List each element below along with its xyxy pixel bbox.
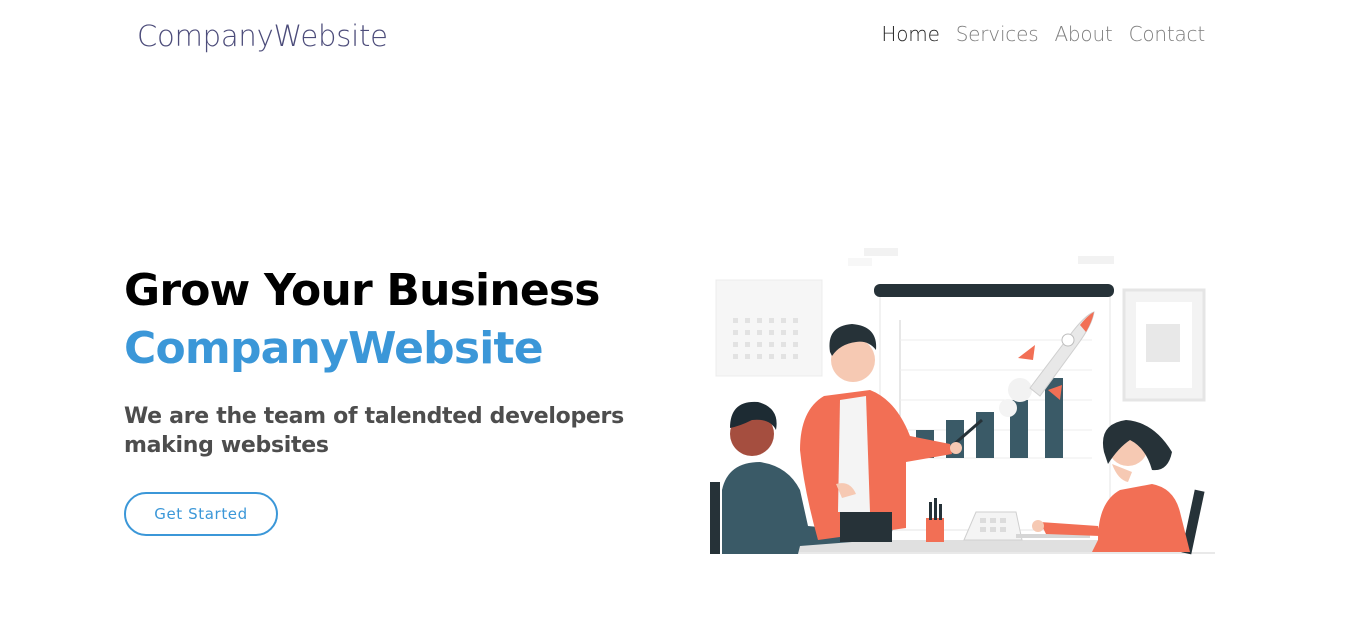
get-started-button[interactable]: Get Started [124, 492, 278, 536]
nav-item-services[interactable]: Services [956, 22, 1039, 46]
navbar: CompanyWebsite Home Services About Conta… [0, 0, 1346, 72]
hero-subtitle: We are the team of talendted developers … [124, 404, 624, 458]
nav-links: Home Services About Contact [881, 22, 1205, 46]
presentation-board [879, 289, 1111, 531]
nav-item-home[interactable]: Home [881, 22, 939, 46]
wall-calendar [715, 279, 823, 377]
board-rail [874, 284, 1114, 297]
business-growth-illustration [710, 248, 1215, 555]
hero-title-text: Grow Your Business [124, 265, 600, 316]
hero-brand-highlight: CompanyWebsite [124, 323, 544, 374]
pencil-cup [926, 518, 944, 542]
nav-item-contact[interactable]: Contact [1129, 22, 1206, 46]
hero-text: Grow Your Business CompanyWebsite We are… [124, 262, 684, 460]
hero-title: Grow Your Business CompanyWebsite [124, 262, 684, 378]
brand-logo[interactable]: CompanyWebsite [137, 19, 388, 53]
nav-item-about[interactable]: About [1054, 22, 1112, 46]
